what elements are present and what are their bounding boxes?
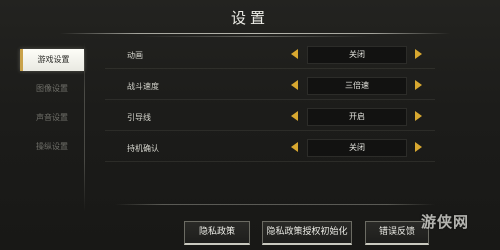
settings-screen: 设置 游戏设置 图像设置 声音设置 操纵设置 动画 关闭 战斗速度 三倍速 引导… bbox=[0, 0, 500, 250]
setting-label: 动画 bbox=[127, 51, 143, 60]
arrow-right-icon[interactable] bbox=[415, 49, 422, 59]
watermark-logo: 游侠网 bbox=[421, 213, 470, 231]
title-bar: 设置 bbox=[0, 0, 500, 38]
arrow-left-icon[interactable] bbox=[291, 111, 298, 121]
privacy-policy-button[interactable]: 隐私政策 bbox=[184, 221, 250, 245]
arrow-right-icon[interactable] bbox=[415, 111, 422, 121]
sidebar-item-sound-settings[interactable]: 声音设置 bbox=[20, 107, 84, 129]
setting-row-animation: 动画 关闭 bbox=[105, 44, 435, 69]
sidebar-item-control-settings[interactable]: 操纵设置 bbox=[20, 136, 84, 158]
setting-value: 三倍速 bbox=[307, 77, 407, 95]
setting-row-guide-line: 引导线 开启 bbox=[105, 106, 435, 131]
setting-value: 关闭 bbox=[307, 46, 407, 64]
title-divider bbox=[60, 33, 450, 34]
sidebar: 游戏设置 图像设置 声音设置 操纵设置 bbox=[20, 49, 84, 165]
arrow-right-icon[interactable] bbox=[415, 80, 422, 90]
privacy-reset-button[interactable]: 隐私政策授权初始化 bbox=[262, 221, 352, 245]
sidebar-divider bbox=[84, 42, 85, 212]
setting-value: 关闭 bbox=[307, 139, 407, 157]
setting-row-confirm: 持机确认 关闭 bbox=[105, 137, 435, 162]
setting-label: 持机确认 bbox=[127, 144, 159, 153]
setting-label: 引导线 bbox=[127, 113, 151, 122]
arrow-left-icon[interactable] bbox=[291, 80, 298, 90]
page-title: 设置 bbox=[230, 9, 269, 27]
setting-value: 开启 bbox=[307, 108, 407, 126]
arrow-left-icon[interactable] bbox=[291, 49, 298, 59]
title-divider-secondary bbox=[140, 36, 370, 37]
setting-label: 战斗速度 bbox=[127, 82, 159, 91]
sidebar-item-graphics-settings[interactable]: 图像设置 bbox=[20, 78, 84, 100]
setting-row-battle-speed: 战斗速度 三倍速 bbox=[105, 75, 435, 100]
arrow-left-icon[interactable] bbox=[291, 142, 298, 152]
error-report-button[interactable]: 错误反馈 bbox=[365, 221, 429, 245]
arrow-right-icon[interactable] bbox=[415, 142, 422, 152]
settings-panel: 动画 关闭 战斗速度 三倍速 引导线 开启 持机确认 关闭 bbox=[105, 44, 435, 168]
footer-divider bbox=[115, 204, 435, 205]
sidebar-item-game-settings[interactable]: 游戏设置 bbox=[20, 49, 84, 71]
